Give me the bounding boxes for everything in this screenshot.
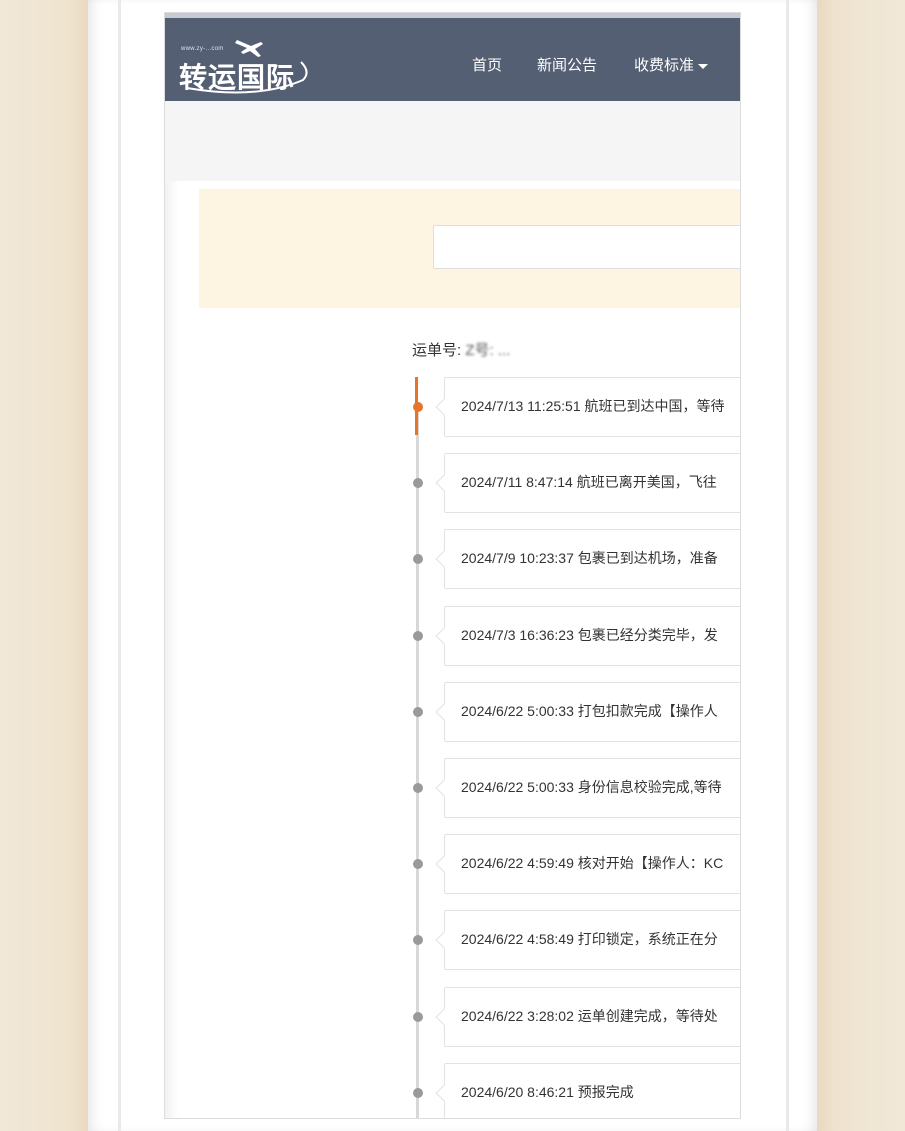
timeline-card: 2024/6/20 8:46:21 预报完成: [435, 1063, 740, 1118]
background-right: [817, 0, 905, 1131]
timeline-card: 2024/7/3 16:36:23 包裹已经分类完毕，发: [435, 606, 740, 666]
timeline-text: 2024/6/22 3:28:02 运单创建完成，等待处: [461, 1008, 718, 1024]
timeline-text: 2024/7/13 11:25:51 航班已到达中国，等待: [461, 398, 725, 414]
timeline-dot: [413, 631, 423, 641]
timeline-text: 2024/7/3 16:36:23 包裹已经分类完毕，发: [461, 627, 718, 643]
timeline-text: 2024/7/9 10:23:37 包裹已到达机场，准备: [461, 550, 718, 566]
nav-item-pricing[interactable]: 收费标准: [634, 54, 709, 75]
timeline-card-arrow: [435, 398, 453, 416]
site-logo[interactable]: www.zy-...com 转运国际: [177, 34, 317, 98]
timeline-entry: 2024/6/22 4:58:49 打印锁定，系统正在分: [165, 910, 740, 970]
timeline-dot: [413, 1012, 423, 1022]
timeline-card-arrow: [435, 931, 453, 949]
timeline-entry: 2024/7/9 10:23:37 包裹已到达机场，准备: [165, 529, 740, 589]
timeline-entry: 2024/6/22 3:28:02 运单创建完成，等待处: [165, 987, 740, 1047]
timeline-text: 2024/6/22 5:00:33 打包扣款完成【操作人: [461, 703, 718, 719]
logo-text: 转运国际: [179, 62, 296, 93]
timeline-card: 2024/6/22 5:00:33 身份信息校验完成,等待: [435, 758, 740, 818]
waybill-label: 运单号:: [412, 342, 462, 359]
timeline-card-arrow: [435, 1084, 453, 1102]
timeline-card: 2024/6/22 3:28:02 运单创建完成，等待处: [435, 987, 740, 1047]
timeline-dot: [413, 859, 423, 869]
timeline-dot: [413, 935, 423, 945]
navbar: www.zy-...com 转运国际 首页 新闻公告 收费标准: [165, 13, 740, 101]
nav-item-pricing-label: 收费标准: [634, 57, 695, 74]
timeline-dot: [413, 478, 423, 488]
timeline-card-arrow: [435, 855, 453, 873]
timeline-dot: [413, 1088, 423, 1098]
timeline-card: 2024/6/22 4:58:49 打印锁定，系统正在分: [435, 910, 740, 970]
timeline-entry: 2024/7/3 16:36:23 包裹已经分类完毕，发: [165, 606, 740, 666]
timeline-entry: 2024/6/22 5:00:33 打包扣款完成【操作人: [165, 682, 740, 742]
banner-area: [165, 101, 740, 181]
tracking-search-input[interactable]: [433, 225, 740, 269]
timeline-card: 2024/6/22 4:59:49 核对开始【操作人：KC: [435, 834, 740, 894]
web-page: www.zy-...com 转运国际 首页 新闻公告 收费标准 运单号: Z号:…: [164, 12, 741, 1119]
timeline-card: 2024/7/13 11:25:51 航班已到达中国，等待: [435, 377, 740, 437]
nav-item-news[interactable]: 新闻公告: [537, 54, 597, 75]
timeline-entry: 2024/6/20 8:46:21 预报完成: [165, 1063, 740, 1118]
caret-down-icon: [698, 63, 709, 69]
timeline-entry: 2024/7/11 8:47:14 航班已离开美国，飞往: [165, 453, 740, 513]
timeline-text: 2024/7/11 8:47:14 航班已离开美国，飞往: [461, 474, 717, 490]
timeline-card-arrow: [435, 779, 453, 797]
timeline-entry: 2024/6/22 5:00:33 身份信息校验完成,等待: [165, 758, 740, 818]
timeline-card-arrow: [435, 1008, 453, 1026]
timeline-card: 2024/7/9 10:23:37 包裹已到达机场，准备: [435, 529, 740, 589]
waybill-info: 运单号: Z号: ...: [412, 339, 510, 360]
background-left: [0, 0, 88, 1131]
timeline-card-arrow: [435, 703, 453, 721]
waybill-number: Z号: ...: [465, 342, 511, 359]
timeline-text: 2024/6/20 8:46:21 预报完成: [461, 1084, 634, 1100]
timeline-dot: [413, 554, 423, 564]
timeline-text: 2024/6/22 5:00:33 身份信息校验完成,等待: [461, 779, 722, 795]
timeline-card-arrow: [435, 550, 453, 568]
timeline-entry: 2024/7/13 11:25:51 航班已到达中国，等待: [165, 377, 740, 437]
timeline-card: 2024/6/22 5:00:33 打包扣款完成【操作人: [435, 682, 740, 742]
timeline-dot: [413, 783, 423, 793]
timeline-card-arrow: [435, 474, 453, 492]
nav-item-home[interactable]: 首页: [472, 54, 502, 75]
frame-edge-right: [786, 0, 789, 1131]
timeline-dot-active: [413, 402, 423, 412]
timeline-dot: [413, 707, 423, 717]
search-panel: [199, 189, 740, 308]
timeline-text: 2024/6/22 4:58:49 打印锁定，系统正在分: [461, 931, 718, 947]
timeline-card-arrow: [435, 627, 453, 645]
timeline-card: 2024/7/11 8:47:14 航班已离开美国，飞往: [435, 453, 740, 513]
frame-edge-left: [118, 0, 121, 1131]
logo-url-text: www.zy-...com: [181, 46, 224, 52]
timeline-entry: 2024/6/22 4:59:49 核对开始【操作人：KC: [165, 834, 740, 894]
timeline-text: 2024/6/22 4:59:49 核对开始【操作人：KC: [461, 855, 724, 871]
